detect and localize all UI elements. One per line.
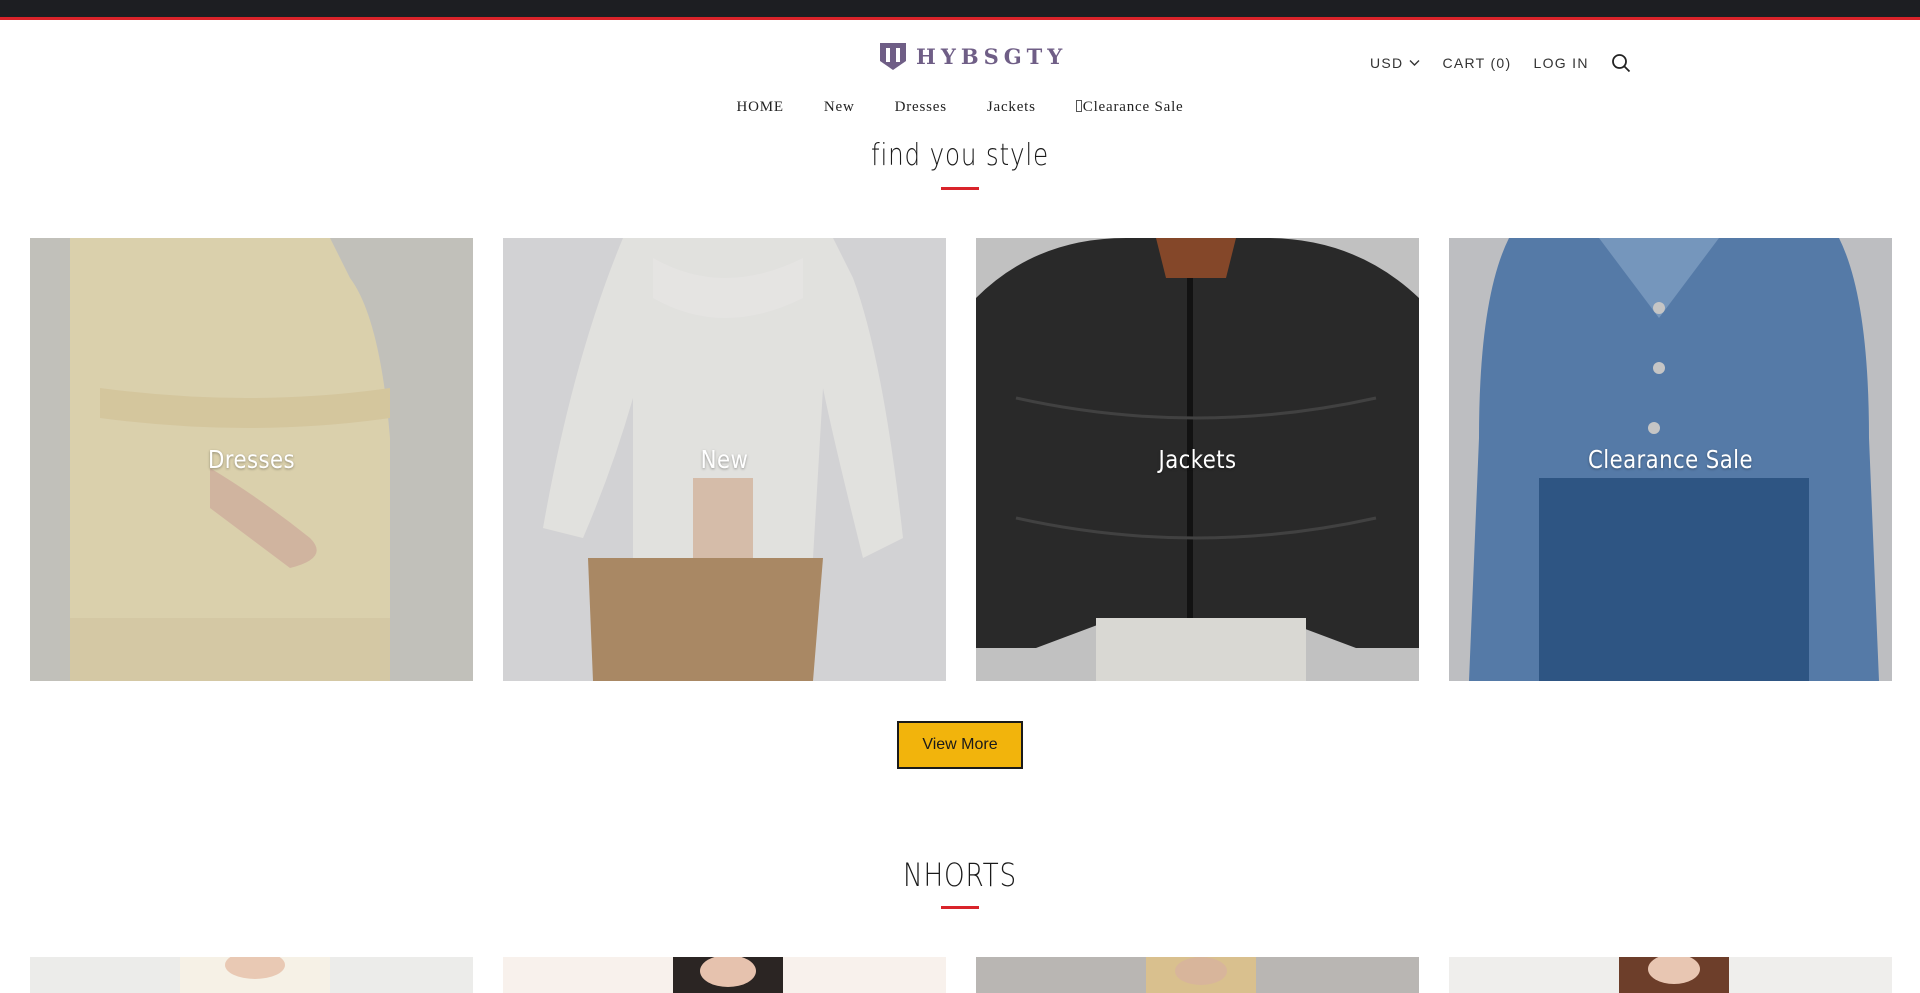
nav-item-new[interactable]: New — [824, 99, 855, 116]
header-utility-links: USD CART (0) LOG IN — [1370, 53, 1631, 73]
product-card[interactable] — [503, 957, 946, 993]
cart-link[interactable]: CART (0) — [1442, 55, 1511, 71]
collection-grid: Dresses New Jackets Clearance Sale — [30, 238, 1892, 681]
collection-tile-label: Clearance Sale — [1587, 445, 1754, 474]
product-grid — [30, 957, 1892, 993]
collection-tile-clearance-sale[interactable]: Clearance Sale — [1449, 238, 1892, 681]
nav-item-home[interactable]: HOME — [736, 99, 783, 116]
collections-title-underline — [941, 187, 979, 190]
site-logo[interactable]: HYBSGTY — [878, 41, 1067, 71]
login-link[interactable]: LOG IN — [1533, 55, 1588, 71]
site-header: HYBSGTY USD CART (0) LOG IN HOME New Dre… — [0, 23, 1920, 133]
collection-tile-dresses[interactable]: Dresses — [30, 238, 473, 681]
chevron-down-icon — [1409, 60, 1420, 66]
products-section-title: NHORTS — [903, 856, 1017, 894]
nav-item-clearance-sale[interactable]: Clearance Sale — [1075, 99, 1184, 116]
search-button[interactable] — [1611, 53, 1631, 73]
collection-tile-jackets[interactable]: Jackets — [976, 238, 1419, 681]
product-image — [976, 957, 1419, 993]
nav-item-dresses[interactable]: Dresses — [895, 99, 947, 116]
top-announcement-bar — [0, 0, 1920, 20]
nav-item-clearance-label: Clearance Sale — [1082, 99, 1184, 115]
logo-text: HYBSGTY — [916, 43, 1068, 69]
collection-tile-new[interactable]: New — [503, 238, 946, 681]
search-icon — [1611, 54, 1630, 73]
product-image — [30, 957, 473, 993]
view-more-button[interactable]: View More — [897, 721, 1023, 769]
cart-label: CART (0) — [1442, 55, 1512, 71]
nav-clearance-icon — [1075, 100, 1082, 112]
product-image — [1449, 957, 1892, 993]
products-title-underline — [941, 906, 979, 909]
product-card[interactable] — [976, 957, 1419, 993]
collections-section-title: find you style — [870, 138, 1050, 173]
currency-selector[interactable]: USD — [1370, 55, 1420, 71]
product-card[interactable] — [30, 957, 473, 993]
login-label: LOG IN — [1533, 55, 1589, 71]
collection-tile-label: Jackets — [1158, 445, 1237, 474]
collection-tile-label: Dresses — [208, 445, 295, 474]
product-image — [503, 957, 946, 993]
currency-label: USD — [1370, 55, 1404, 71]
nav-item-jackets[interactable]: Jackets — [987, 99, 1036, 116]
product-card[interactable] — [1449, 957, 1892, 993]
collection-tile-label: New — [700, 445, 749, 474]
logo-mark-icon — [880, 43, 906, 70]
main-nav: HOME New Dresses Jackets Clearance Sale — [0, 99, 1920, 116]
